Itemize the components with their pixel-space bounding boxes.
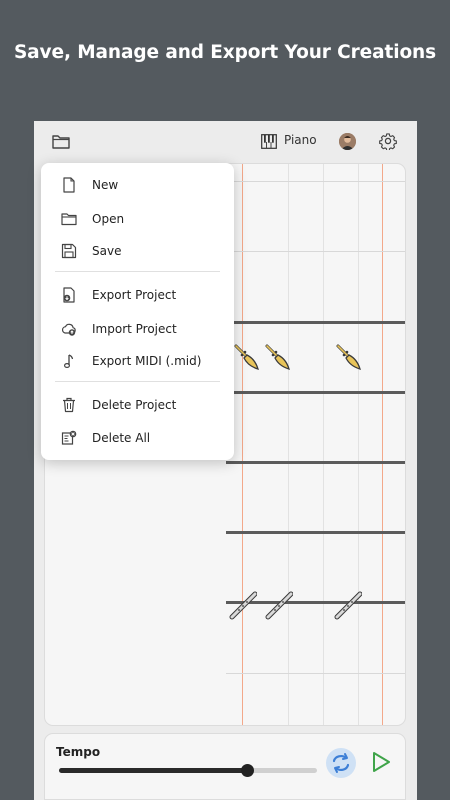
folder-open-icon: [61, 213, 77, 226]
file-menu: New Open Save Export Project Import Proj: [41, 163, 234, 460]
menu-item-open[interactable]: Open: [41, 203, 234, 235]
delete-all-icon: [61, 430, 77, 445]
grid-row-line: [226, 391, 405, 394]
trumpet-note-icon[interactable]: [264, 343, 292, 373]
grid-row-line: [226, 251, 405, 252]
menu-item-label: Delete Project: [92, 398, 177, 412]
menu-item-label: Open: [92, 212, 125, 226]
loop-button[interactable]: [326, 748, 356, 778]
trumpet-note-icon[interactable]: [233, 343, 261, 373]
menu-item-delete-all[interactable]: Delete All: [41, 422, 234, 454]
tempo-label: Tempo: [56, 745, 101, 759]
menu-item-delete-project[interactable]: Delete Project: [41, 389, 234, 421]
beat-marker-line: [242, 164, 243, 725]
menu-item-label: Save: [92, 244, 122, 258]
top-toolbar: Piano: [34, 121, 417, 163]
menu-divider: [55, 271, 220, 272]
player-bar: Tempo: [44, 733, 406, 800]
grid-column-line: [288, 164, 289, 725]
gear-icon[interactable]: [379, 132, 397, 150]
menu-item-new[interactable]: New: [41, 169, 234, 201]
grid-row-line: [226, 461, 405, 464]
headline: Save, Manage and Export Your Creations: [13, 42, 437, 63]
menu-item-export-project[interactable]: Export Project: [41, 279, 234, 311]
tempo-slider-thumb[interactable]: [241, 764, 255, 777]
avatar[interactable]: [339, 133, 356, 150]
menu-item-import-project[interactable]: Import Project: [41, 313, 234, 345]
floppy-disk-icon: [61, 243, 77, 259]
grid-row-line: [226, 321, 405, 324]
tempo-slider[interactable]: [59, 764, 317, 777]
tempo-slider-fill: [59, 768, 248, 773]
trash-icon: [63, 397, 75, 413]
grid-column-line: [323, 164, 324, 725]
folder-icon[interactable]: [52, 133, 70, 149]
menu-divider: [55, 381, 220, 382]
menu-item-label: Delete All: [92, 431, 151, 445]
piano-icon[interactable]: [261, 134, 277, 149]
grid-row-line: [226, 673, 405, 674]
menu-item-export-midi[interactable]: Export MIDI (.mid): [41, 345, 234, 377]
flute-note-icon[interactable]: [265, 590, 293, 620]
loop-icon: [332, 753, 350, 773]
menu-item-save[interactable]: Save: [41, 235, 234, 267]
instrument-label[interactable]: Piano: [284, 133, 317, 147]
play-icon[interactable]: [370, 750, 392, 774]
menu-item-label: New: [92, 178, 119, 192]
flute-note-icon[interactable]: [229, 590, 257, 620]
menu-item-label: Import Project: [92, 322, 177, 336]
grid-row-line: [226, 531, 405, 534]
menu-item-label: Export MIDI (.mid): [92, 354, 202, 368]
grid-row-line: [226, 181, 405, 182]
cloud-upload-icon: [61, 323, 76, 336]
grid-column-line: [358, 164, 359, 725]
beat-marker-line: [382, 164, 383, 725]
music-note-icon: [63, 354, 74, 369]
file-icon: [63, 177, 75, 193]
file-export-icon: [63, 287, 75, 303]
trumpet-note-icon[interactable]: [335, 343, 363, 373]
menu-item-label: Export Project: [92, 288, 177, 302]
flute-note-icon[interactable]: [334, 590, 362, 620]
